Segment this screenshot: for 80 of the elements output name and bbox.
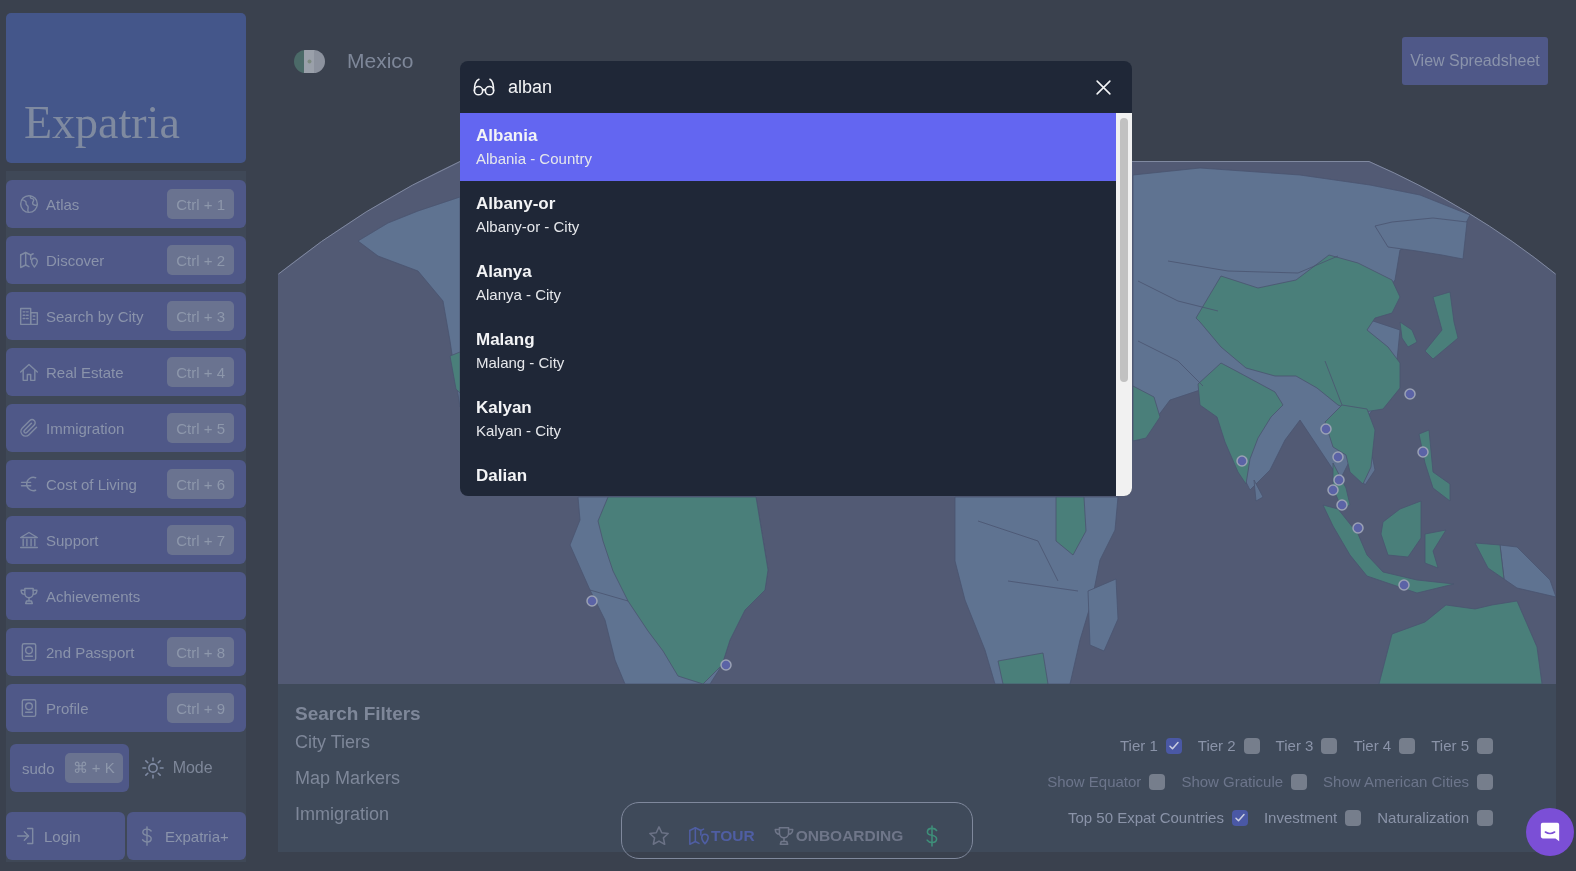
house-icon xyxy=(19,362,39,382)
map-marker-icon[interactable] xyxy=(1320,423,1332,435)
sun-icon xyxy=(141,757,164,779)
building-icon xyxy=(19,306,39,326)
checkbox-label: Investment xyxy=(1263,808,1338,828)
highlighted-country xyxy=(1424,291,1459,360)
scrollbar-thumb[interactable] xyxy=(1120,118,1128,382)
checkbox[interactable] xyxy=(1231,810,1248,826)
map-marker-icon[interactable] xyxy=(1236,455,1248,467)
map-marker-icon[interactable] xyxy=(1333,474,1345,486)
login-icon xyxy=(16,826,36,846)
checkbox[interactable] xyxy=(1321,738,1338,754)
check-icon xyxy=(1167,740,1180,752)
close-icon xyxy=(1095,78,1112,96)
search-input[interactable]: alban xyxy=(508,73,1082,101)
search-result[interactable]: Albany-or Albany-or - City xyxy=(460,181,1116,249)
map-marker-icon[interactable] xyxy=(1352,522,1364,534)
map-marker-icon[interactable] xyxy=(1336,499,1348,511)
map-marker-icon[interactable] xyxy=(1327,484,1339,496)
checkbox-label: Tier 4 xyxy=(1353,736,1392,756)
highlighted-country xyxy=(1474,542,1505,580)
map-marker-icon[interactable] xyxy=(586,595,598,607)
star-icon xyxy=(648,824,670,847)
scrollbar[interactable] xyxy=(1116,113,1132,496)
map-icon xyxy=(19,250,39,270)
flag-icon xyxy=(294,49,325,73)
country-border xyxy=(1324,360,1343,406)
checkbox-label: Tier 5 xyxy=(1431,736,1469,756)
map-icon xyxy=(688,824,710,847)
map-marker-icon[interactable] xyxy=(1417,446,1429,458)
toolbar-icon-button[interactable] xyxy=(648,824,670,847)
expatria-plus-button[interactable]: Expatria+ xyxy=(127,812,246,860)
country-border xyxy=(589,589,629,602)
landmass xyxy=(1499,544,1556,598)
euro-icon xyxy=(19,474,39,494)
trophy-icon xyxy=(772,824,795,847)
logo-wordmark: Expatria xyxy=(24,100,180,146)
globe-icon xyxy=(19,194,39,214)
filters-title: Search Filters xyxy=(295,702,421,726)
login-button[interactable]: Login xyxy=(6,812,125,860)
search-result[interactable]: Kalyan Kalyan - City xyxy=(460,385,1116,453)
bank-icon xyxy=(19,530,39,550)
map-marker-icon[interactable] xyxy=(1398,579,1410,591)
country-name: Mexico xyxy=(347,49,414,73)
search-result[interactable]: Albania Albania - Country xyxy=(460,113,1116,181)
search-result[interactable]: Dalian xyxy=(460,453,1116,496)
close-button[interactable] xyxy=(1095,78,1112,96)
check-icon xyxy=(1233,812,1246,824)
nav-item[interactable]: Achievements xyxy=(6,572,246,620)
view-spreadsheet-button[interactable]: View Spreadsheet xyxy=(1402,37,1548,85)
toolbar-button[interactable]: TOUR xyxy=(688,824,755,847)
checkbox[interactable] xyxy=(1399,738,1416,754)
checkbox[interactable] xyxy=(1165,738,1182,754)
checkbox-label: Tier 3 xyxy=(1275,736,1314,756)
chat-button[interactable] xyxy=(1526,808,1574,856)
filter-section-label: City Tiers xyxy=(295,731,371,754)
filter-section-label: Map Markers xyxy=(295,767,402,790)
paperclip-icon xyxy=(19,418,39,438)
trophy-icon xyxy=(19,586,39,606)
checkbox[interactable] xyxy=(1477,738,1493,754)
checkbox[interactable] xyxy=(1477,810,1493,826)
checkbox-label: Tier 1 xyxy=(1120,736,1158,756)
search-result[interactable]: Alanya Alanya - City xyxy=(460,249,1116,317)
checkbox[interactable] xyxy=(1345,810,1362,826)
checkbox-label: Tier 2 xyxy=(1197,736,1236,756)
glasses-icon xyxy=(473,76,495,98)
map-marker-icon[interactable] xyxy=(1332,451,1344,463)
highlighted-country xyxy=(1055,496,1087,556)
map-marker-icon[interactable] xyxy=(720,659,732,671)
passport-icon xyxy=(19,642,39,662)
passport-icon xyxy=(19,698,39,718)
mode-button[interactable]: Mode xyxy=(141,757,213,779)
chat-icon xyxy=(1539,821,1561,843)
search-result[interactable]: Malang Malang - City xyxy=(460,317,1116,385)
checkbox-label: Naturalization xyxy=(1377,808,1469,828)
checkbox[interactable] xyxy=(1243,738,1260,754)
filter-section-label: Immigration xyxy=(295,803,391,826)
map-marker-icon[interactable] xyxy=(1404,388,1416,400)
country-border xyxy=(1137,340,1204,387)
checkbox-label: Top 50 Expat Countries xyxy=(1067,808,1224,828)
